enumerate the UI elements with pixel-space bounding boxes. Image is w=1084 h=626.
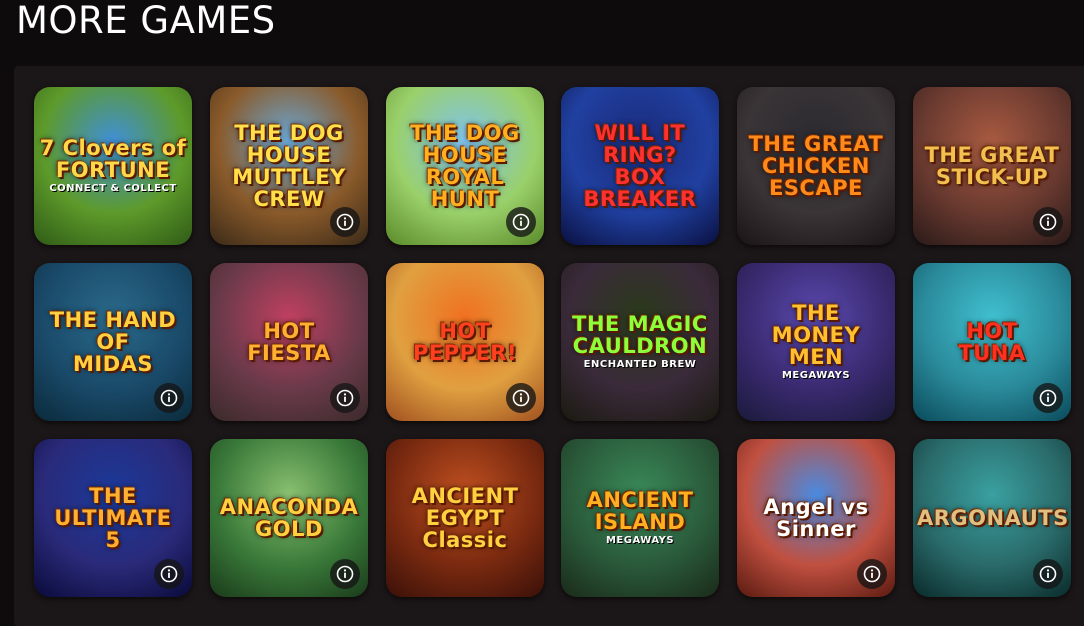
- game-tile[interactable]: 7 Clovers of FORTUNE CONNECT & COLLECT: [34, 87, 192, 245]
- info-button[interactable]: [1033, 383, 1063, 413]
- game-tile[interactable]: Angel vs Sinner: [737, 439, 895, 597]
- game-title: THE GREAT CHICKEN ESCAPE: [748, 132, 884, 200]
- game-tile[interactable]: THE MONEY MEN MEGAWAYS: [737, 263, 895, 421]
- game-title: ANCIENT EGYPT Classic: [411, 484, 519, 552]
- info-button[interactable]: [154, 383, 184, 413]
- game-tile[interactable]: THE MAGIC CAULDRON ENCHANTED BREW: [561, 263, 719, 421]
- game-subtitle: MEGAWAYS: [781, 370, 851, 381]
- info-circle-icon: [512, 213, 530, 231]
- game-tile[interactable]: THE DOG HOUSE ROYAL HUNT: [386, 87, 544, 245]
- game-tile[interactable]: THE HAND OF MIDAS: [34, 263, 192, 421]
- game-subtitle: ENCHANTED BREW: [583, 359, 697, 370]
- info-button[interactable]: [154, 559, 184, 589]
- game-title: ANACONDA GOLD: [219, 495, 359, 541]
- info-button[interactable]: [857, 559, 887, 589]
- info-circle-icon: [1039, 389, 1057, 407]
- games-grid: 7 Clovers of FORTUNE CONNECT & COLLECT THE…: [14, 66, 1084, 626]
- game-title: 7 Clovers of FORTUNE CONNECT & COLLECT: [39, 136, 187, 194]
- game-subtitle: MEGAWAYS: [605, 535, 675, 546]
- info-circle-icon: [160, 389, 178, 407]
- game-title: HOT FIESTA: [247, 319, 331, 365]
- info-button[interactable]: [330, 559, 360, 589]
- info-button[interactable]: [1033, 207, 1063, 237]
- game-title: HOT PEPPER!: [412, 319, 518, 365]
- info-circle-icon: [336, 213, 354, 231]
- info-circle-icon: [336, 565, 354, 583]
- game-tile[interactable]: HOT FIESTA: [210, 263, 368, 421]
- game-tile[interactable]: ANCIENT ISLAND MEGAWAYS: [561, 439, 719, 597]
- game-tile[interactable]: THE GREAT CHICKEN ESCAPE: [737, 87, 895, 245]
- game-subtitle: CONNECT & COLLECT: [49, 183, 177, 194]
- game-title: THE GREAT STICK-UP: [924, 143, 1060, 189]
- game-title: ANCIENT ISLAND MEGAWAYS: [565, 489, 715, 547]
- game-tile[interactable]: HOT TUNA: [913, 263, 1071, 421]
- game-tile[interactable]: THE GREAT STICK-UP: [913, 87, 1071, 245]
- info-circle-icon: [1039, 213, 1057, 231]
- info-button[interactable]: [330, 383, 360, 413]
- game-title: THE MAGIC CAULDRON ENCHANTED BREW: [565, 313, 715, 371]
- game-tile[interactable]: HOT PEPPER!: [386, 263, 544, 421]
- game-tile[interactable]: ANACONDA GOLD: [210, 439, 368, 597]
- game-tile[interactable]: THE DOG HOUSE MUTTLEY CREW: [210, 87, 368, 245]
- info-button[interactable]: [1033, 559, 1063, 589]
- info-circle-icon: [336, 389, 354, 407]
- info-button[interactable]: [330, 207, 360, 237]
- game-title: THE HAND OF MIDAS: [49, 308, 177, 376]
- info-circle-icon: [1039, 565, 1057, 583]
- game-tile[interactable]: THE ULTIMATE 5: [34, 439, 192, 597]
- game-title: THE DOG HOUSE ROYAL HUNT: [410, 121, 520, 211]
- info-button[interactable]: [506, 207, 536, 237]
- game-title: HOT TUNA: [958, 319, 1026, 365]
- game-title: THE ULTIMATE 5: [54, 484, 172, 552]
- game-title: ARGONAUTS: [917, 506, 1069, 530]
- game-title: THE DOG HOUSE MUTTLEY CREW: [232, 121, 346, 211]
- info-circle-icon: [863, 565, 881, 583]
- game-tile[interactable]: WILL IT RING? BOX BREAKER: [561, 87, 719, 245]
- game-tile[interactable]: ANCIENT EGYPT Classic: [386, 439, 544, 597]
- game-tile[interactable]: ARGONAUTS: [913, 439, 1071, 597]
- section-title: MORE GAMES: [16, 0, 276, 42]
- game-title: Angel vs Sinner: [763, 495, 869, 541]
- info-button[interactable]: [506, 383, 536, 413]
- info-circle-icon: [512, 389, 530, 407]
- info-circle-icon: [160, 565, 178, 583]
- game-title: WILL IT RING? BOX BREAKER: [583, 121, 697, 211]
- game-title: THE MONEY MEN MEGAWAYS: [741, 302, 891, 382]
